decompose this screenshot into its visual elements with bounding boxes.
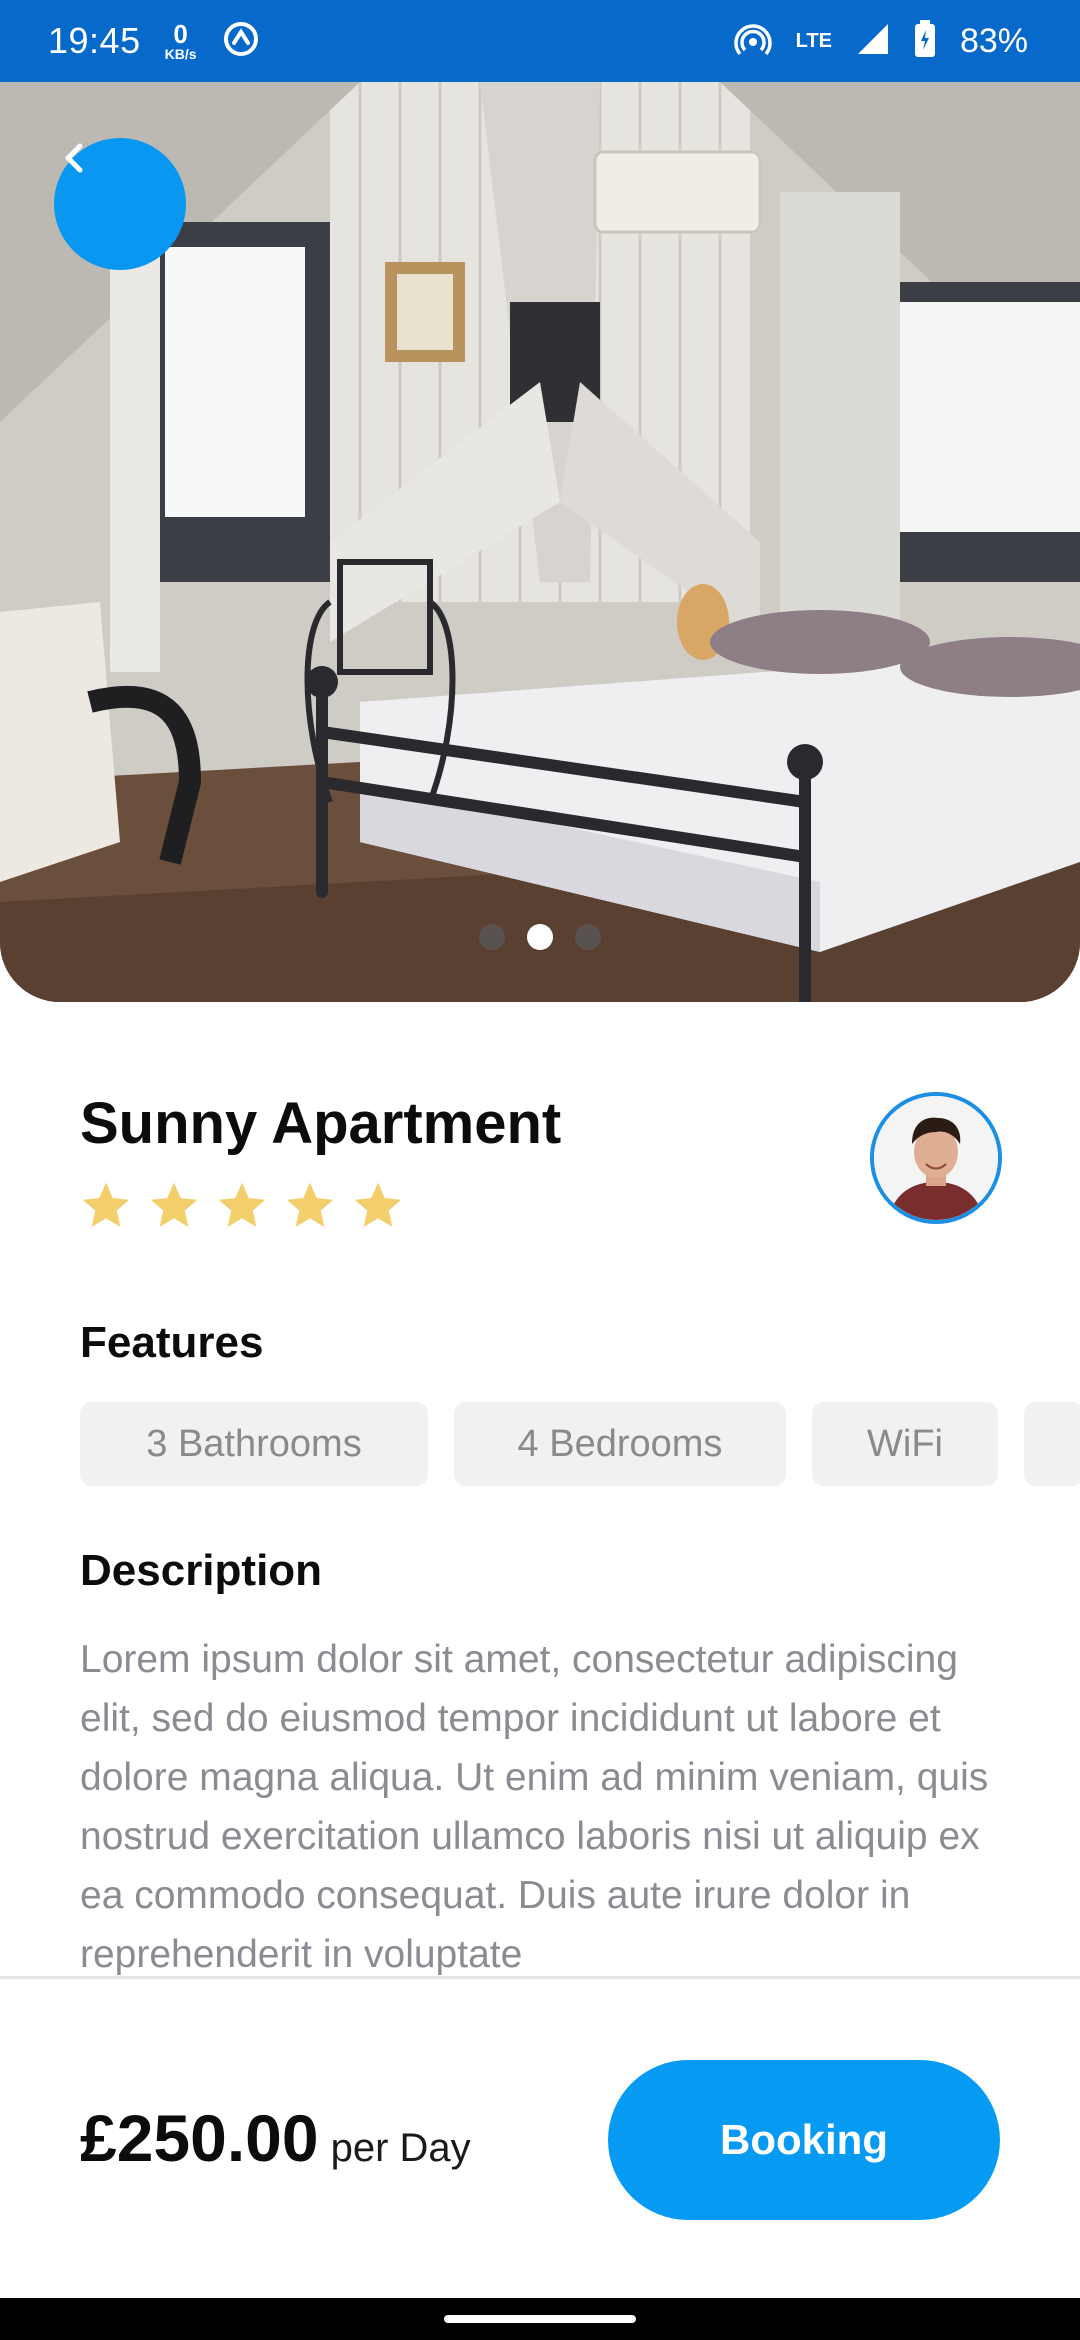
divider [0, 1976, 1080, 1979]
battery-level: 83% [959, 21, 1028, 60]
feature-chip [1024, 1402, 1080, 1486]
net-speed-unit: KB/s [164, 46, 197, 62]
description-text: Lorem ipsum dolor sit amet, consectetur … [80, 1638, 989, 1976]
navigation-bar [0, 2298, 1080, 2340]
rating-stars [78, 1178, 406, 1234]
status-time: 19:45 [48, 20, 141, 61]
star-icon [82, 1182, 130, 1227]
back-button[interactable] [54, 138, 186, 270]
carousel-indicator [0, 924, 1080, 950]
status-bar: 19:45 0 KB/s LTE 83% [0, 0, 1080, 82]
star-icon [150, 1182, 198, 1227]
hotspot-icon [733, 20, 772, 63]
star-icon [286, 1182, 334, 1227]
home-gesture-handle[interactable] [444, 2315, 636, 2323]
host-avatar[interactable] [870, 1092, 1002, 1224]
net-speed: 0 KB/s [165, 21, 197, 61]
carousel-dot[interactable] [575, 924, 601, 950]
hero-image-carousel[interactable] [0, 82, 1080, 1002]
booking-button[interactable]: Booking [608, 2060, 1000, 2220]
carousel-dot[interactable] [479, 924, 505, 950]
price-block: £250.00 per Day [80, 2100, 471, 2176]
network-type: LTE [795, 30, 832, 52]
feature-chip: 4 Bedrooms [454, 1402, 786, 1486]
price-value: £250.00 [80, 2101, 319, 2175]
star-icon [354, 1182, 402, 1227]
carousel-dot-active[interactable] [527, 924, 553, 950]
net-speed-value: 0 [173, 19, 188, 49]
price-unit: per Day [330, 2126, 471, 2170]
listing-title: Sunny Apartment [80, 1091, 562, 1156]
feature-chip: 3 Bathrooms [80, 1402, 428, 1486]
features-list: 3 Bathrooms 4 Bedrooms WiFi [80, 1402, 1080, 1486]
features-heading: Features [80, 1318, 264, 1367]
vpn-icon [221, 19, 261, 64]
host-photo [874, 1096, 998, 1220]
signal-icon [856, 22, 890, 61]
battery-icon [914, 19, 936, 63]
description-heading: Description [80, 1546, 323, 1595]
feature-chip: WiFi [812, 1402, 998, 1486]
star-icon [218, 1182, 266, 1227]
